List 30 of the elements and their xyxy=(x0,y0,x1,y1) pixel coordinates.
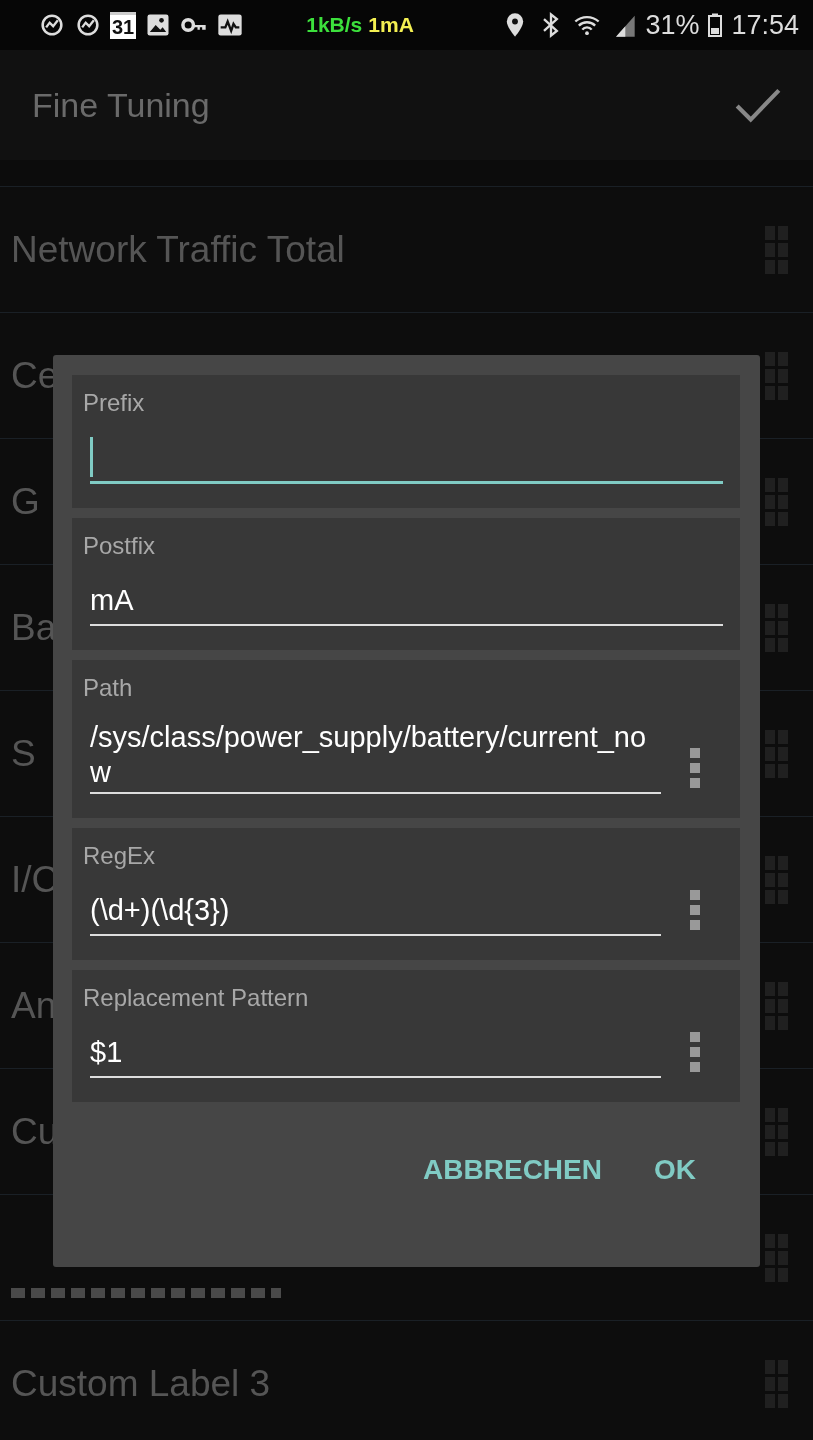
input-field[interactable]: /sys/class/power_supply/battery/current_now xyxy=(90,720,661,794)
field-label: Replacement Pattern xyxy=(83,984,310,1012)
sync-icon xyxy=(74,11,102,39)
field-label: Prefix xyxy=(83,389,146,417)
battery-percent: 31% xyxy=(645,9,700,41)
input-field[interactable]: mA xyxy=(90,578,723,626)
field-label: Postfix xyxy=(83,532,157,560)
network-speed: 1kB/s xyxy=(306,13,363,37)
more-options-icon[interactable] xyxy=(689,890,701,930)
more-options-icon[interactable] xyxy=(689,748,701,788)
input-field[interactable] xyxy=(90,435,723,484)
list-item-label: Network Traffic Total xyxy=(11,228,345,271)
list-item-label: G xyxy=(11,480,40,523)
screen-title: Fine Tuning xyxy=(32,85,210,125)
dialog-button[interactable]: OK xyxy=(640,1142,710,1198)
input-field[interactable]: $1 xyxy=(90,1030,661,1078)
list-item-label: Custom Label 3 xyxy=(11,1362,271,1405)
input-field[interactable]: (\d+)(\d{3}) xyxy=(90,888,661,936)
sync-icon xyxy=(38,11,66,39)
list-item-label: An xyxy=(11,984,57,1027)
more-options-icon[interactable] xyxy=(689,1032,701,1072)
field-label: Path xyxy=(83,674,134,702)
clock: 17:54 xyxy=(731,9,799,41)
list-item-label: Ba xyxy=(11,606,57,649)
calendar-icon: 31 xyxy=(110,11,137,39)
current-reading: 1mA xyxy=(368,13,414,37)
battery-icon xyxy=(707,13,724,37)
list-item-label: S xyxy=(11,732,36,775)
dialog-button[interactable]: ABBRECHEN xyxy=(409,1142,616,1198)
field-label: RegEx xyxy=(83,842,157,870)
